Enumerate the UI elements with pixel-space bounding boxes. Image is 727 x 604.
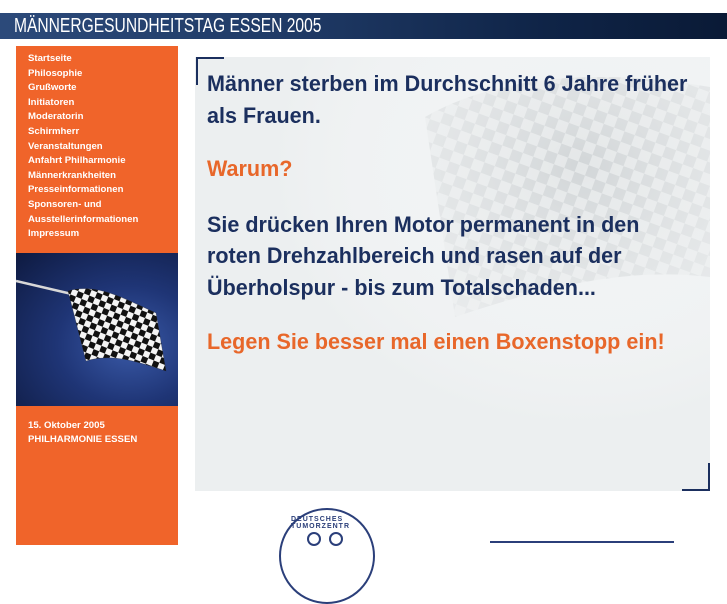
tumorzentrum-logo[interactable]: DEUTSCHES TUMORZENTR — [279, 508, 375, 604]
nav-item-veranstaltungen[interactable]: Veranstaltungen — [28, 140, 138, 155]
corner-bracket-bottom-right — [682, 463, 710, 491]
logo-ring-text: DEUTSCHES TUMORZENTR — [291, 516, 350, 530]
checkered-flag-image — [16, 253, 178, 406]
nav-item-grussworte[interactable]: Grußworte — [28, 81, 138, 96]
nav-item-schirmherr[interactable]: Schirmherr — [28, 125, 138, 140]
nav-item-moderatorin[interactable]: Moderatorin — [28, 110, 138, 125]
text-statistic: Männer sterben im Durchschnitt 6 Jahre f… — [207, 71, 688, 128]
sidebar: Startseite Philosophie Grußworte Initiat… — [16, 46, 178, 545]
text-call-to-action: Legen Sie besser mal einen Boxenstopp ei… — [207, 329, 665, 354]
nav-item-anfahrt[interactable]: Anfahrt Philharmonie — [28, 154, 138, 169]
top-band — [0, 0, 727, 13]
person-icon — [329, 532, 343, 546]
text-question: Warum? — [207, 156, 293, 181]
nav-item-sponsoren[interactable]: Sponsoren- und — [28, 198, 138, 213]
checkered-flag-icon — [16, 279, 167, 372]
nav-item-impressum[interactable]: Impressum — [28, 227, 138, 242]
event-info: 15. Oktober 2005 PHILHARMONIE ESSEN — [28, 419, 137, 447]
event-venue: PHILHARMONIE ESSEN — [28, 434, 138, 445]
nav-item-ausstellerinformationen[interactable]: Ausstellerinformationen — [28, 213, 138, 228]
nav-item-presseinformationen[interactable]: Presseinformationen — [28, 183, 138, 198]
nav-item-initiatoren[interactable]: Initiatoren — [28, 96, 138, 111]
nav-item-maennerkrankheiten[interactable]: Männerkrankheiten — [28, 169, 138, 184]
sponsor-logo-line — [490, 541, 674, 543]
site-title: MÄNNERGESUNDHEITSTAG ESSEN 2005 — [14, 15, 322, 37]
main-navigation: Startseite Philosophie Grußworte Initiat… — [28, 52, 138, 242]
event-date: 15. Oktober 2005 — [28, 420, 105, 431]
nav-item-startseite[interactable]: Startseite — [28, 52, 138, 67]
nav-item-philosophie[interactable]: Philosophie — [28, 67, 138, 82]
main-text: Männer sterben im Durchschnitt 6 Jahre f… — [207, 68, 707, 358]
text-explanation: Sie drücken Ihren Motor permanent in den… — [207, 211, 640, 300]
site-header: MÄNNERGESUNDHEITSTAG ESSEN 2005 — [0, 13, 727, 39]
person-icon — [307, 532, 321, 546]
